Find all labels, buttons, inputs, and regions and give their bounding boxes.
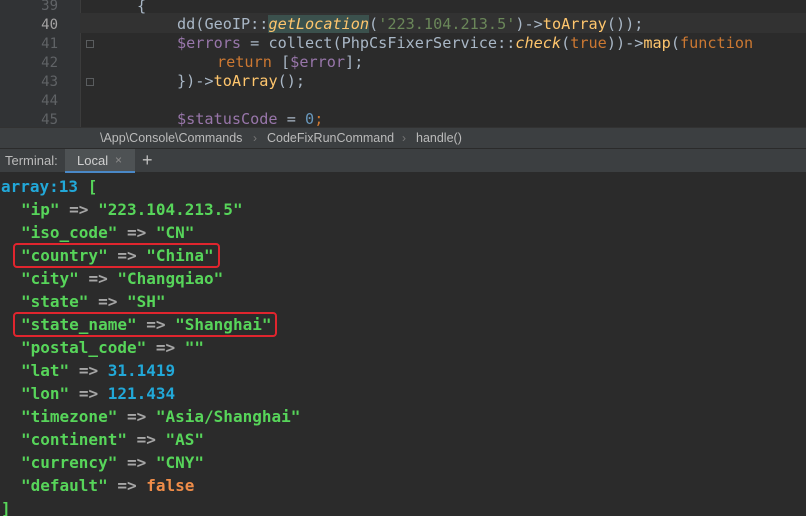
code-line-40: dd(GeoIP::getLocation('223.104.213.5')->… (177, 15, 644, 33)
array-entry: "currency" => "CNY" (21, 451, 204, 474)
terminal-label: Terminal: (5, 153, 58, 168)
entry-key: "continent" (21, 430, 127, 449)
entry-key: "city" (21, 269, 79, 288)
entry-key: "default" (21, 476, 108, 495)
tab-label: Local (77, 153, 109, 168)
entry-value: "CNY" (155, 453, 205, 472)
entry-arrow: => (88, 269, 108, 288)
entry-arrow: => (98, 292, 118, 311)
highlight-box (13, 312, 277, 337)
code-line-42: return [$error]; (217, 53, 364, 71)
add-tab-icon[interactable]: + (142, 150, 153, 171)
array-entry: "continent" => "AS" (21, 428, 204, 451)
entry-arrow: => (136, 430, 156, 449)
line-number: 44 (41, 93, 58, 109)
entry-key: "iso_code" (21, 223, 118, 242)
array-entry: "timezone" => "Asia/Shanghai" (21, 405, 300, 428)
array-entry: "default" => false (21, 474, 194, 497)
entry-value: "223.104.213.5" (98, 200, 243, 219)
entry-value: "SH" (126, 292, 166, 311)
entry-value: "Changqiao" (117, 269, 224, 288)
entry-arrow: => (126, 453, 147, 472)
array-entry: "lat" => 31.1419 (21, 359, 175, 382)
tab-local[interactable]: Local × (65, 149, 135, 173)
entry-value: false (146, 476, 195, 495)
fold-marker-icon[interactable] (86, 40, 94, 48)
line-number: 41 (41, 36, 58, 52)
highlight-box (13, 243, 220, 268)
code-editor[interactable]: 39 40 41 42 43 44 45 { dd(GeoIP::getLoca… (0, 0, 806, 127)
entry-key: "lon" (21, 384, 70, 403)
terminal-tab-bar: Terminal: Local × + (0, 148, 806, 173)
code-line-43: })->toArray(); (177, 72, 306, 90)
chevron-right-icon: › (402, 131, 406, 145)
entry-value: "AS" (165, 430, 205, 449)
line-number: 43 (41, 74, 58, 90)
entry-value: 121.434 (107, 384, 176, 403)
line-number: 45 (41, 112, 58, 127)
line-number: 42 (41, 55, 58, 71)
array-entry: "state" => "SH" (21, 290, 166, 313)
code-line-39: { (137, 0, 147, 15)
code-line-45: $statusCode = 0; (177, 110, 324, 127)
array-entry: "postal_code" => "" (21, 336, 204, 359)
terminal-output[interactable]: array:13 [ "ip" => "223.104.213.5" "iso_c… (0, 173, 806, 516)
entry-value: "Asia/Shanghai" (155, 407, 301, 426)
entry-key: "timezone" (21, 407, 118, 426)
array-entry: "lon" => 121.434 (21, 382, 175, 405)
array-entry: "iso_code" => "CN" (21, 221, 194, 244)
array-header: array:13 [ (1, 177, 98, 196)
line-number: 40 (41, 17, 58, 33)
array-entry: "ip" => "223.104.213.5" (21, 198, 243, 221)
line-number-gutter: 39 40 41 42 43 44 45 (0, 0, 81, 127)
entry-arrow: => (117, 476, 137, 495)
chevron-right-icon: › (253, 131, 257, 145)
entry-key: "ip" (21, 200, 60, 219)
breadcrumb-item-class[interactable]: CodeFixRunCommand (267, 131, 394, 145)
entry-arrow: => (69, 200, 89, 219)
entry-value: "" (184, 338, 205, 357)
entry-key: "postal_code" (21, 338, 147, 357)
entry-arrow: => (126, 223, 147, 242)
entry-arrow: => (155, 338, 176, 357)
breadcrumb-item-method[interactable]: handle() (416, 131, 462, 145)
line-number: 39 (41, 0, 58, 14)
entry-key: "lat" (21, 361, 70, 380)
entry-value: "CN" (155, 223, 195, 242)
code-line-41: $errors = collect(PhpCsFixerService::che… (177, 34, 754, 52)
close-icon[interactable]: × (115, 153, 122, 167)
entry-value: 31.1419 (107, 361, 176, 380)
entry-key: "currency" (21, 453, 118, 472)
fold-marker-icon[interactable] (86, 78, 94, 86)
array-entry: "city" => "Changqiao" (21, 267, 223, 290)
entry-key: "state" (21, 292, 89, 311)
entry-arrow: => (78, 384, 99, 403)
breadcrumb-item-namespace[interactable]: \App\Console\Commands (100, 131, 242, 145)
entry-arrow: => (78, 361, 99, 380)
breadcrumb: \App\Console\Commands › CodeFixRunComman… (0, 127, 806, 148)
entry-arrow: => (126, 407, 147, 426)
array-close-bracket: ] (1, 499, 11, 516)
